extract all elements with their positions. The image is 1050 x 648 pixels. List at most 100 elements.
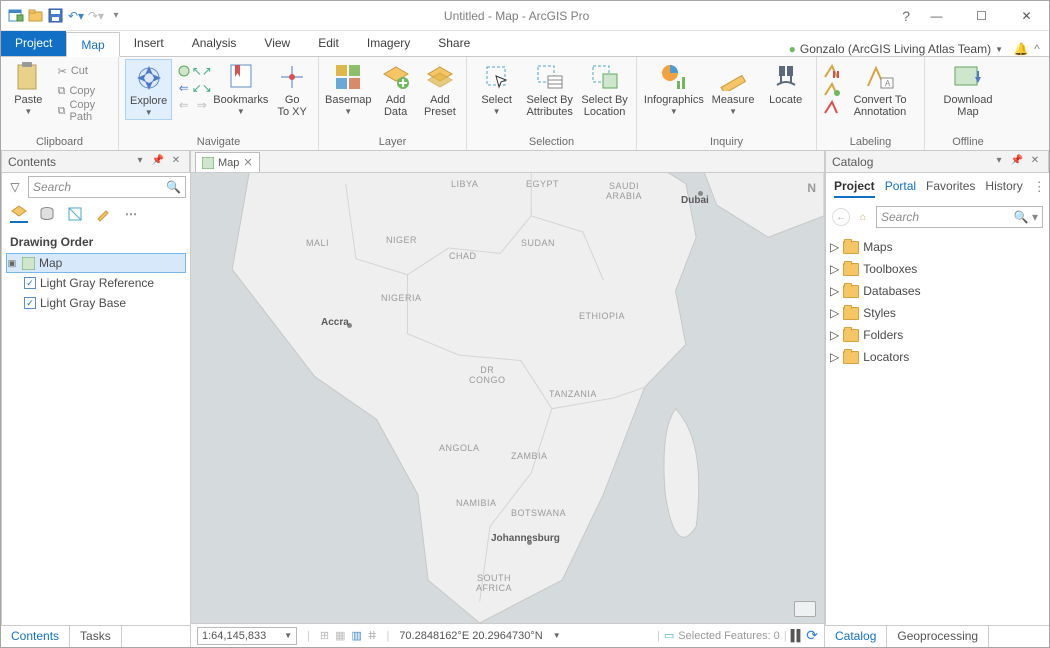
tree-layer-1[interactable]: ✓ Light Gray Reference xyxy=(6,273,186,293)
tab-view[interactable]: View xyxy=(250,31,304,56)
catalog-node-toolboxes[interactable]: ▷Toolboxes xyxy=(830,258,1045,280)
qat-new-project-icon[interactable] xyxy=(7,7,25,25)
locate-button[interactable]: Locate xyxy=(761,59,810,106)
dynamic-icon[interactable]: ⵌ xyxy=(368,629,377,642)
catalog-close-icon[interactable]: ✕ xyxy=(1028,155,1042,169)
qat-redo-icon[interactable]: ↷▾ xyxy=(87,7,105,25)
next-extent2-icon[interactable]: ⇒ xyxy=(194,97,209,112)
catalog-tab-favorites[interactable]: Favorites xyxy=(926,179,975,198)
expand-icon[interactable]: ▷ xyxy=(830,350,839,364)
window-minimize-button[interactable]: — xyxy=(914,1,959,31)
list-by-selection-icon[interactable] xyxy=(66,205,84,223)
list-by-editing-icon[interactable] xyxy=(94,205,112,223)
expand-icon[interactable]: ▷ xyxy=(830,306,839,320)
tab-insert[interactable]: Insert xyxy=(120,31,178,56)
coords-dropdown-icon[interactable]: ▼ xyxy=(553,631,561,640)
label-pause-icon[interactable] xyxy=(823,63,841,79)
filter-icon[interactable]: ▽ xyxy=(6,180,24,194)
collapse-icon[interactable]: ▣ xyxy=(7,258,17,269)
qat-open-project-icon[interactable] xyxy=(27,7,45,25)
expand-icon[interactable]: ▷ xyxy=(830,284,839,298)
contents-close-icon[interactable]: ✕ xyxy=(169,155,183,169)
contents-search-input[interactable]: Search 🔍 xyxy=(28,176,186,198)
list-by-drawing-order-icon[interactable] xyxy=(10,205,28,223)
checkbox-checked-icon[interactable]: ✓ xyxy=(24,277,36,289)
notifications-icon[interactable]: 🔔 xyxy=(1011,42,1031,56)
contents-tab-contents[interactable]: Contents xyxy=(1,626,70,647)
catalog-search-input[interactable]: Search 🔍 ▾ xyxy=(876,206,1043,228)
tab-map[interactable]: Map xyxy=(66,32,119,57)
catalog-node-locators[interactable]: ▷Locators xyxy=(830,346,1045,368)
bookmarks-button[interactable]: Bookmarks ▼ xyxy=(213,59,268,116)
window-maximize-button[interactable]: ☐ xyxy=(959,1,1004,31)
catalog-tab-portal[interactable]: Portal xyxy=(885,179,916,198)
fixed-zoom-in-icon[interactable]: ↖↗ xyxy=(194,63,209,78)
expand-icon[interactable]: ▷ xyxy=(830,262,839,276)
catalog-pin-icon[interactable]: 📌 xyxy=(1010,155,1024,169)
qat-save-icon[interactable] xyxy=(47,7,65,25)
copy-button[interactable]: ⧉Copy xyxy=(54,81,112,101)
infographics-button[interactable]: Infographics ▼ xyxy=(643,59,705,116)
tab-share[interactable]: Share xyxy=(424,31,484,56)
pause-drawing-icon[interactable]: ▌▌ xyxy=(791,630,803,642)
contents-pin-icon[interactable]: 📌 xyxy=(151,155,165,169)
select-by-location-button[interactable]: Select By Location xyxy=(579,59,630,118)
map-canvas[interactable]: N LIBYA EGYPT SAUDI ARABIA MALI NIGER CH… xyxy=(191,173,824,623)
snapping-icon[interactable]: ⊞ xyxy=(320,629,329,642)
measure-button[interactable]: Measure ▼ xyxy=(709,59,758,116)
tab-edit[interactable]: Edit xyxy=(304,31,353,56)
fixed-zoom-out-icon[interactable]: ↙↘ xyxy=(194,80,209,95)
scale-input[interactable]: 1:64,145,833 ▼ xyxy=(197,627,297,645)
catalog-tab-history[interactable]: History xyxy=(985,179,1022,198)
window-close-button[interactable]: ✕ xyxy=(1004,1,1049,31)
convert-to-annotation-button[interactable]: A Convert To Annotation xyxy=(845,59,915,118)
add-data-button[interactable]: Add Data xyxy=(375,59,415,118)
goto-xy-button[interactable]: Go To XY xyxy=(272,59,312,118)
next-extent-icon[interactable]: ⇐ xyxy=(176,97,191,112)
catalog-home-icon[interactable]: ⌂ xyxy=(854,208,872,226)
cut-button[interactable]: ✂Cut xyxy=(54,61,112,81)
prev-extent-icon[interactable]: ⇐ xyxy=(176,80,191,95)
help-icon[interactable]: ? xyxy=(902,8,910,24)
signin-user[interactable]: ● Gonzalo (ArcGIS Living Atlas Team) ▼ xyxy=(789,42,1011,56)
download-map-button[interactable]: Download Map xyxy=(940,59,996,118)
qat-customize-icon[interactable]: ▾ xyxy=(107,7,125,25)
tree-map-node[interactable]: ▣ Map xyxy=(6,253,186,273)
catalog-bottom-tab-geoprocessing[interactable]: Geoprocessing xyxy=(887,626,989,647)
catalog-tab-more-icon[interactable]: ⋮ xyxy=(1033,179,1046,198)
explore-button[interactable]: Explore ▼ xyxy=(125,59,172,120)
collapse-ribbon-icon[interactable]: ^ xyxy=(1031,42,1049,56)
catalog-menu-icon[interactable]: ▾ xyxy=(992,155,1006,169)
copy-path-button[interactable]: ⧉Copy Path xyxy=(54,101,112,121)
basemap-button[interactable]: Basemap ▼ xyxy=(325,59,371,116)
add-preset-button[interactable]: Add Preset xyxy=(420,59,460,118)
catalog-node-folders[interactable]: ▷Folders xyxy=(830,324,1045,346)
catalog-bottom-tab-catalog[interactable]: Catalog xyxy=(825,626,887,647)
paste-button[interactable]: Paste ▼ xyxy=(7,59,50,116)
list-by-source-icon[interactable] xyxy=(38,205,56,223)
full-extent-icon[interactable] xyxy=(176,63,191,78)
refresh-icon[interactable]: ⟳ xyxy=(806,627,818,644)
map-tab-close-icon[interactable]: ✕ xyxy=(243,156,252,169)
select-by-attributes-button[interactable]: Select By Attributes xyxy=(524,59,575,118)
catalog-node-databases[interactable]: ▷Databases xyxy=(830,280,1045,302)
grid-icon[interactable]: ▦ xyxy=(335,629,345,642)
checkbox-checked-icon[interactable]: ✓ xyxy=(24,297,36,309)
label-more-icon[interactable] xyxy=(823,81,841,97)
expand-icon[interactable]: ▷ xyxy=(830,240,839,254)
qat-undo-icon[interactable]: ↶▾ xyxy=(67,7,85,25)
catalog-node-styles[interactable]: ▷Styles xyxy=(830,302,1045,324)
catalog-tab-project[interactable]: Project xyxy=(834,179,875,198)
contents-menu-icon[interactable]: ▾ xyxy=(133,155,147,169)
contents-tab-tasks[interactable]: Tasks xyxy=(70,626,122,647)
tree-layer-2[interactable]: ✓ Light Gray Base xyxy=(6,293,186,313)
list-more-icon[interactable]: ⋯ xyxy=(122,205,140,223)
tab-project[interactable]: Project xyxy=(1,31,66,56)
catalog-back-icon[interactable]: ← xyxy=(832,208,850,226)
expand-icon[interactable]: ▷ xyxy=(830,328,839,342)
label-view-unplaced-icon[interactable] xyxy=(823,99,841,115)
attribution-icon[interactable] xyxy=(794,601,816,617)
constraints-icon[interactable]: ▥ xyxy=(351,629,361,642)
tab-analysis[interactable]: Analysis xyxy=(178,31,251,56)
catalog-node-maps[interactable]: ▷Maps xyxy=(830,236,1045,258)
